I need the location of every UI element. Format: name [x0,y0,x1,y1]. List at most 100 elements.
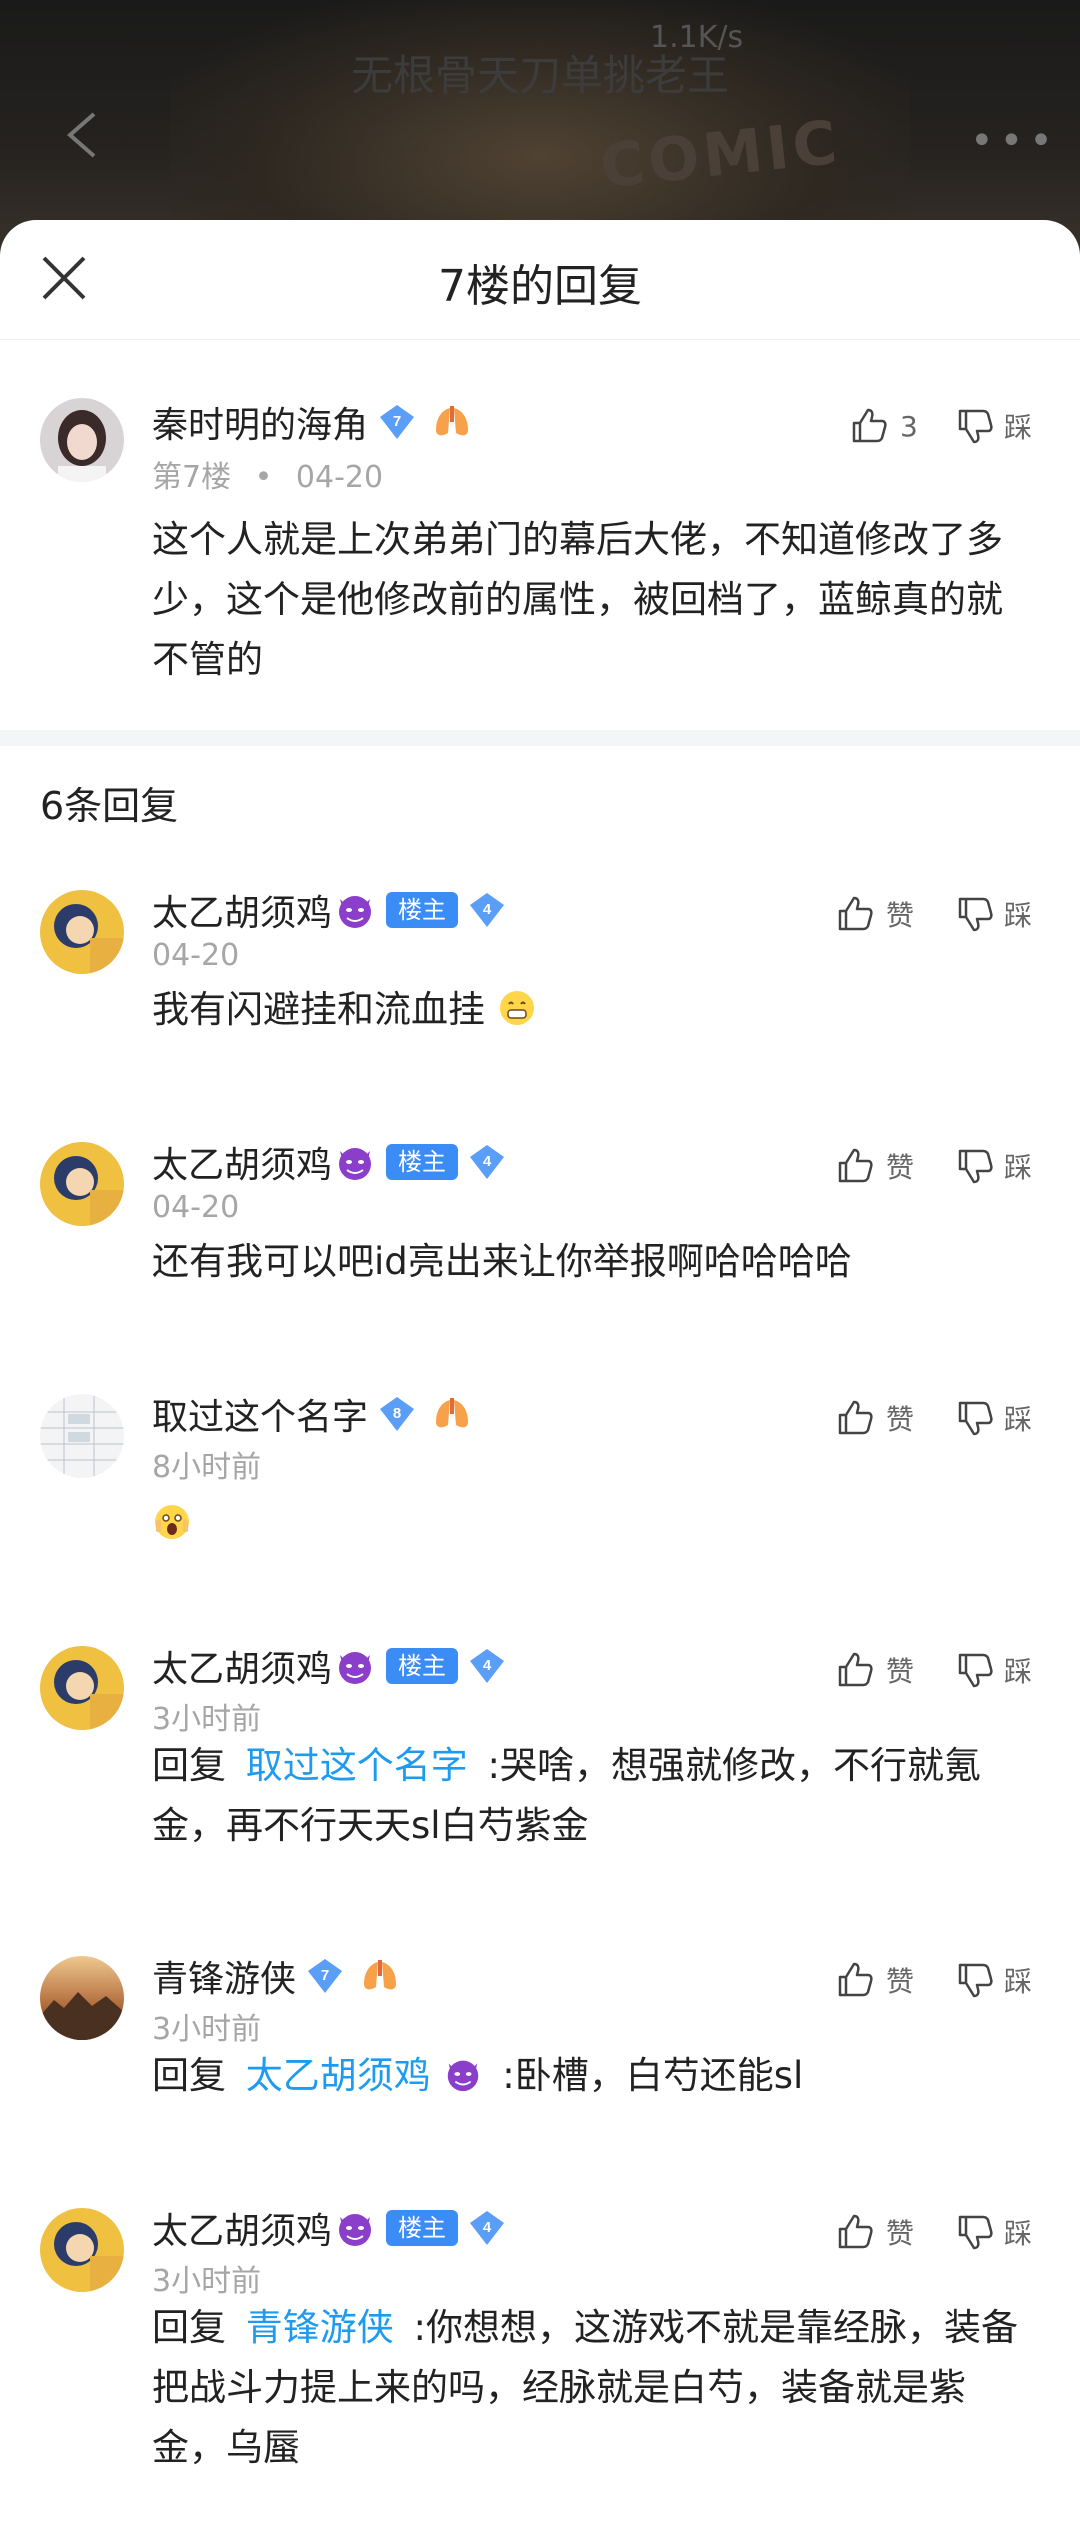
username[interactable]: 太乙胡须鸡 [152,884,332,936]
dislike-button[interactable]: 踩 [956,1646,1032,1694]
thumb-down-icon [958,1149,993,1184]
main-comment: 秦时明的海角 7 第7楼 • 04-20 这个人就是上次弟弟门的幕后大佬，不知道… [0,340,1080,730]
thumb-down-icon [958,897,993,932]
dislike-button[interactable]: 踩 [956,402,1032,450]
username[interactable]: 取过这个名字 [152,1388,368,1440]
username[interactable]: 青锋游侠 [152,1950,296,2002]
reply-time: 04-20 [152,1190,240,1225]
thumb-up-icon [838,1148,873,1183]
dislike-button[interactable]: 踩 [956,1394,1032,1442]
host-badge: 楼主 [386,1648,459,1684]
scream-emoji-icon [155,1505,189,1539]
comment-text: 这个人就是上次弟弟门的幕后大佬，不知道修改了多少，这个是他修改前的属性，被回档了… [152,518,1003,681]
thumb-down-icon [958,1653,993,1688]
like-button[interactable]: 赞 [836,890,914,938]
thumb-down-icon [958,409,993,444]
reply-item: 取过这个名字 8 8小时前 赞 踩 [0,1384,1080,1624]
more-icon[interactable]: ••• [970,118,1059,164]
sheet-header: 7楼的回复 [0,220,1080,340]
thumb-down-icon [958,1963,993,1998]
username[interactable]: 太乙胡须鸡 [152,2202,332,2254]
level-number: 4 [483,901,492,918]
level-number: 4 [483,1657,492,1674]
lung-icon [360,1958,400,1994]
comment-meta: 第7楼 • 04-20 [152,452,383,496]
like-button[interactable]: 赞 [836,1142,914,1190]
level-number: 7 [393,413,401,430]
thumb-up-icon [838,896,873,931]
devil-emoji-icon [339,2214,372,2246]
avatar[interactable] [40,2208,124,2292]
reply-to-user-link[interactable]: 太乙胡须鸡 [246,2054,495,2097]
level-diamond-icon: 4 [468,1143,506,1181]
username[interactable]: 太乙胡须鸡 [152,1640,332,1692]
username-row: 太乙胡须鸡 楼主 4 [152,886,506,934]
dislike-button[interactable]: 踩 [956,1142,1032,1190]
thumb-up-icon [838,1652,873,1687]
reply-to-user-link[interactable]: 取过这个名字 [246,1744,468,1787]
host-badge: 楼主 [386,1144,459,1180]
like-button[interactable]: 赞 [836,1646,914,1694]
level-number: 4 [483,2219,492,2236]
back-icon[interactable] [60,110,104,160]
username[interactable]: 秦时明的海角 [152,396,368,448]
username[interactable]: 太乙胡须鸡 [152,1136,332,1188]
like-button[interactable]: 3 [850,402,918,450]
dislike-label: 踩 [1004,1965,1033,1998]
reply-item: 太乙胡须鸡 楼主 4 04-20 还有我可以吧id亮出来让你举报啊哈哈哈哈 赞 … [0,1132,1080,1362]
dislike-button[interactable]: 踩 [956,1956,1032,2004]
like-label: 赞 [886,1655,915,1688]
dislike-label: 踩 [1004,1151,1033,1184]
username-row: 青锋游侠 7 [152,1952,400,2000]
reply-text: 回复 取过这个名字 :哭啥，想强就修改，不行就氪金，再不行天天sl白芍紫金 [152,1736,1032,1856]
thumb-up-icon [838,2214,873,2249]
reply-time: 3小时前 [152,1702,262,1737]
level-number: 4 [483,1153,492,1170]
reply-text: 回复 青锋游侠 :你想想，这游戏不就是靠经脉，装备把战斗力提上来的吗，经脉就是白… [152,2298,1032,2478]
username-row: 秦时明的海角 7 [152,398,472,446]
reply-item: 青锋游侠 7 3小时前 回复 太乙胡须鸡:卧槽，白芍还能sl 赞 踩 [0,1946,1080,2186]
grin-emoji-icon [499,991,534,1025]
thumb-up-icon [852,408,887,443]
reply-text: 还有我可以吧id亮出来让你举报啊哈哈哈哈 [152,1240,852,1283]
dislike-button[interactable]: 踩 [956,890,1032,938]
username-row: 太乙胡须鸡 楼主 4 [152,2204,506,2252]
thumb-down-icon [958,1401,993,1436]
level-diamond-icon: 4 [468,2209,506,2247]
dislike-label: 踩 [1004,899,1033,932]
like-button[interactable]: 赞 [836,1956,914,2004]
username-row: 取过这个名字 8 [152,1390,472,1438]
reply-item: 太乙胡须鸡 楼主 4 04-20 我有闪避挂和流血挂 赞 踩 [0,880,1080,1110]
sheet-title: 7楼的回复 [438,261,642,312]
level-diamond-icon: 7 [378,403,416,441]
avatar[interactable] [40,1956,124,2040]
reply-prefix: 回复 [152,1744,226,1787]
like-label: 赞 [886,1965,915,1998]
avatar[interactable] [40,1646,124,1730]
floor-number: 第7楼 [152,460,232,495]
reply-to-user-link[interactable]: 青锋游侠 [246,2306,394,2349]
like-button[interactable]: 赞 [836,2208,914,2256]
lung-icon [432,1396,472,1432]
avatar[interactable] [40,1394,124,1478]
host-badge: 楼主 [386,892,459,928]
avatar[interactable] [40,890,124,974]
reply-prefix: 回复 [152,2306,226,2349]
devil-emoji-icon [447,2060,478,2092]
reply-time: 3小时前 [152,2012,262,2047]
section-divider [0,730,1080,746]
reply-time: 3小时前 [152,2264,262,2299]
reply-text-content: :卧槽，白芍还能sl [502,2054,804,2097]
username-row: 太乙胡须鸡 楼主 4 [152,1138,506,1186]
dislike-label: 踩 [1004,1403,1033,1436]
like-button[interactable]: 赞 [836,1394,914,1442]
reply-text [152,1494,1032,1554]
dislike-button[interactable]: 踩 [956,2208,1032,2256]
reply-text: 我有闪避挂和流血挂 [152,980,1032,1040]
level-diamond-icon: 7 [306,1957,344,1995]
like-label: 赞 [886,899,915,932]
avatar[interactable] [40,1142,124,1226]
reply-item: 太乙胡须鸡 楼主 4 3小时前 回复 取过这个名字:哭啥，想强就修改，不行就氪… [0,1636,1080,1926]
avatar[interactable] [40,398,124,482]
username-row: 太乙胡须鸡 楼主 4 [152,1642,506,1690]
